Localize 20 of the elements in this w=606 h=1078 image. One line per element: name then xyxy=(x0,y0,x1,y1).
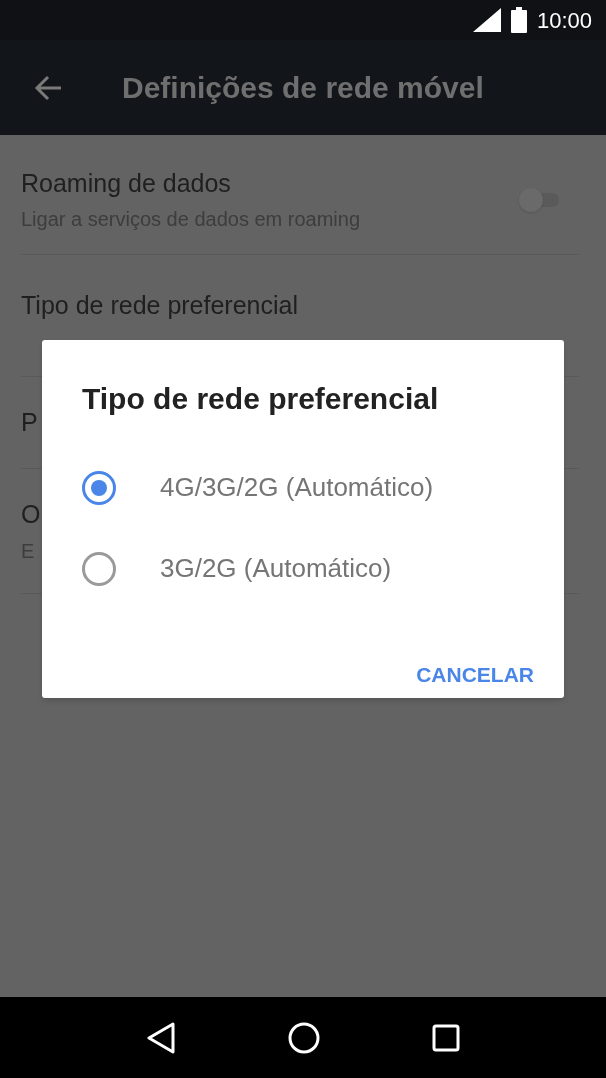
setting-title: Roaming de dados xyxy=(21,167,232,199)
dialog-title: Tipo de rede preferencial xyxy=(82,381,440,417)
signal-icon xyxy=(472,8,501,32)
back-arrow-icon xyxy=(33,74,62,101)
option-label: 4G/3G/2G (Automático) xyxy=(160,471,434,504)
radio-button[interactable] xyxy=(82,551,116,586)
radio-button[interactable] xyxy=(82,470,116,505)
radio-option[interactable]: 4G/3G/2G (Automático) xyxy=(82,447,524,528)
radio-option[interactable]: 3G/2G (Automático) xyxy=(82,528,524,609)
cancel-button[interactable]: CANCELAR xyxy=(412,653,538,697)
setting-title: P xyxy=(21,406,39,438)
home-nav-icon[interactable] xyxy=(288,1021,320,1054)
setting-title: O xyxy=(21,499,42,531)
status-time: 10:00 xyxy=(536,6,592,35)
back-nav-icon[interactable] xyxy=(146,1021,176,1054)
screen-title: Definições de rede móvel xyxy=(122,70,484,106)
setting-title: Tipo de rede preferencial xyxy=(21,290,299,321)
battery-icon xyxy=(510,7,527,33)
recents-nav-icon[interactable] xyxy=(432,1023,460,1052)
option-label: 3G/2G (Automático) xyxy=(160,552,392,585)
